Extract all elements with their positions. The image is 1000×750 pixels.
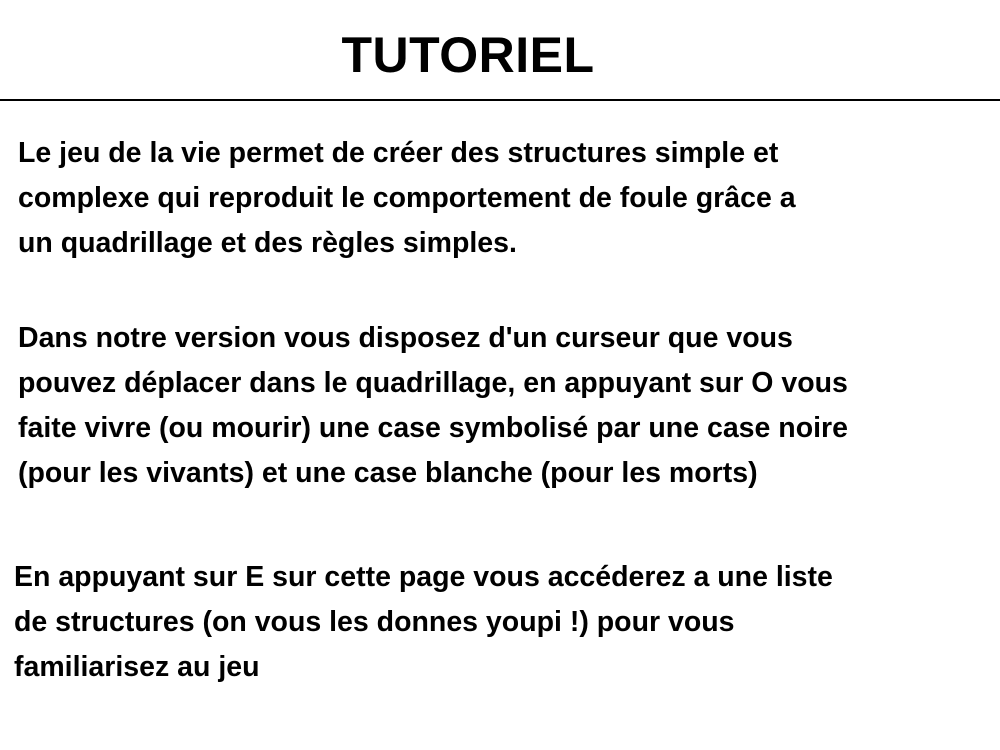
page-title: TUTORIEL [341,27,595,83]
controls-line: Dans notre version vous disposez d'un cu… [18,322,793,354]
structures-line: de structures (on vous les donnes youpi … [14,606,735,638]
controls-paragraph: Dans notre version vous disposez d'un cu… [18,316,848,496]
intro-line: Le jeu de la vie permet de créer des str… [18,137,779,169]
structures-line: familiarisez au jeu [14,651,260,683]
structures-line: En appuyant sur E sur cette page vous ac… [14,561,833,593]
controls-line: pouvez déplacer dans le quadrillage, en … [18,367,848,399]
intro-line: un quadrillage et des règles simples. [18,227,517,259]
controls-line: (pour les vivants) et une case blanche (… [18,457,758,489]
title-divider [0,99,1000,101]
intro-paragraph: Le jeu de la vie permet de créer des str… [18,131,796,266]
controls-line: faite vivre (ou mourir) une case symboli… [18,412,848,444]
intro-line: complexe qui reproduit le comportement d… [18,182,796,214]
structures-paragraph: En appuyant sur E sur cette page vous ac… [14,555,833,690]
